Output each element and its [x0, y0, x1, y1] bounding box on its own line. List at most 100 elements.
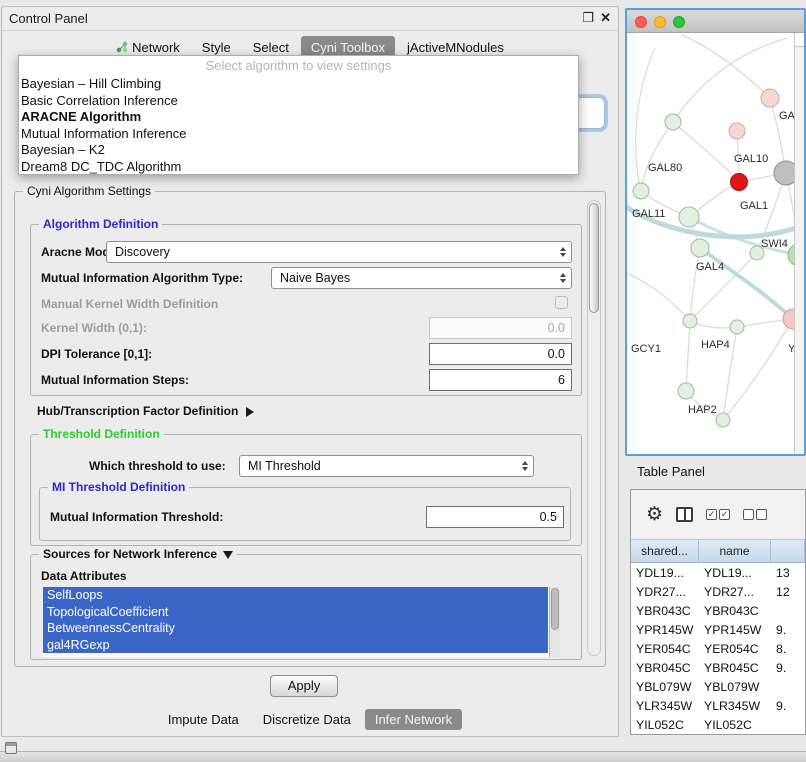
attribute-list-scrollbar[interactable] [549, 587, 560, 657]
table-row[interactable]: YBR043CYBR043C [631, 601, 805, 620]
node-label: GAL1 [740, 200, 768, 212]
mi-threshold-field[interactable] [426, 506, 564, 528]
status-bar [0, 751, 806, 762]
which-threshold-combobox[interactable]: MI Threshold [239, 455, 534, 477]
algorithm-option[interactable]: Basic Correlation Inference [19, 93, 578, 110]
table-row[interactable]: YER054CYER054C8. [631, 639, 805, 658]
control-panel-window: Control Panel ❐ ✕ Network Style Select C… [1, 6, 619, 737]
algorithm-option[interactable]: Bayesian – K2 [19, 142, 578, 159]
network-scrollbar[interactable] [794, 33, 804, 454]
attribute-item[interactable]: BetweennessCentrality [43, 620, 548, 637]
select-all-checkboxes-icon[interactable]: ✓ ✓ [706, 509, 730, 520]
network-node[interactable] [730, 320, 744, 334]
float-window-icon[interactable]: ❐ [582, 10, 594, 26]
sources-group-title[interactable]: Sources for Network Inference [39, 547, 237, 561]
cell: 12 [771, 585, 805, 599]
desktop: Control Panel ❐ ✕ Network Style Select C… [0, 0, 806, 762]
expand-right-icon [246, 407, 254, 417]
minimize-traffic-light-icon[interactable] [654, 16, 666, 28]
table-row[interactable]: YPR145WYPR145W9. [631, 620, 805, 639]
tab-select-label: Select [253, 40, 289, 55]
manual-kernel-checkbox [555, 296, 568, 309]
tab-discretize-data[interactable]: Discretize Data [253, 709, 361, 730]
dpi-tolerance-field[interactable] [429, 343, 572, 365]
table-row[interactable]: YIL052CYIL052C [631, 715, 805, 734]
attribute-list-scrollbar-thumb[interactable] [551, 588, 559, 630]
network-canvas-area: GAL80 GAL10 GAL11 GAL1 SWI4 GAL4 GCY1 HA… [627, 33, 804, 454]
network-node[interactable] [716, 413, 730, 427]
data-attributes-list: SelfLoops TopologicalCoefficient Between… [43, 587, 560, 657]
attribute-item[interactable]: SelfLoops [43, 587, 548, 604]
network-node[interactable] [774, 161, 794, 185]
tab-infer-network[interactable]: Infer Network [365, 709, 462, 730]
mi-type-combobox[interactable]: Naive Bayes [271, 267, 572, 289]
algorithm-dropdown-prompt: Select algorithm to view settings [19, 56, 578, 76]
manual-kernel-label: Manual Kernel Width Definition [41, 293, 218, 315]
which-threshold-value: MI Threshold [248, 459, 321, 473]
column-header-partial[interactable] [771, 540, 805, 562]
combobox-stepper-icon [522, 461, 528, 471]
network-node[interactable] [761, 89, 779, 107]
column-header-name[interactable]: name [699, 540, 771, 562]
network-canvas[interactable]: GAL80 GAL10 GAL11 GAL1 SWI4 GAL4 GCY1 HA… [627, 33, 794, 456]
cell: YPR145W [631, 623, 699, 637]
network-node[interactable] [679, 207, 699, 227]
apply-button[interactable]: Apply [270, 675, 338, 697]
network-node[interactable] [729, 123, 745, 139]
cell: 8. [771, 642, 805, 656]
unchecked-box-icon [743, 509, 754, 520]
network-node[interactable] [683, 314, 697, 328]
threshold-definition-group: Threshold Definition Which threshold to … [30, 434, 582, 546]
cell: 9. [771, 623, 805, 637]
mi-threshold-group: MI Threshold Definition Mutual Informati… [39, 487, 571, 541]
settings-scrollbar[interactable] [587, 200, 601, 656]
cyni-algorithm-settings-group: Cyni Algorithm Settings Algorithm Defini… [14, 191, 606, 667]
cell: YDR27... [631, 585, 699, 599]
aracne-mode-value: Discovery [115, 245, 170, 259]
kernel-width-field [429, 317, 572, 339]
algorithm-option[interactable]: Dream8 DC_TDC Algorithm [19, 159, 578, 176]
settings-scrollbar-thumb[interactable] [589, 203, 599, 313]
table-row[interactable]: YBR045CYBR045C9. [631, 658, 805, 677]
table-row[interactable]: YDR27...YDR27...12 [631, 582, 805, 601]
network-view-window: GAL80 GAL10 GAL11 GAL1 SWI4 GAL4 GCY1 HA… [625, 8, 806, 456]
data-attributes-label: Data Attributes [41, 565, 127, 587]
deselect-all-checkboxes-icon[interactable] [743, 509, 767, 520]
tab-impute-data[interactable]: Impute Data [158, 709, 249, 730]
table-header-row: shared... name [631, 540, 805, 563]
close-traffic-light-icon[interactable] [635, 16, 647, 28]
mi-type-value: Naive Bayes [280, 271, 350, 285]
attribute-item[interactable]: TopologicalCoefficient [43, 604, 548, 621]
attribute-item[interactable]: gal4RGexp [43, 637, 548, 654]
node-label: GAL11 [632, 208, 665, 220]
network-node[interactable] [633, 183, 649, 199]
sources-group: Sources for Network Inference Data Attri… [30, 554, 582, 660]
cell: YER054C [699, 642, 771, 656]
network-node[interactable] [691, 239, 709, 257]
algorithm-option-selected[interactable]: ARACNE Algorithm [19, 109, 578, 126]
cell: YDR27... [699, 585, 771, 599]
network-node[interactable] [731, 174, 748, 191]
aracne-mode-combobox[interactable]: Discovery [106, 241, 572, 263]
algorithm-option[interactable]: Mutual Information Inference [19, 126, 578, 143]
node-label: SWI4 [761, 238, 788, 250]
network-node[interactable] [678, 383, 694, 399]
algorithm-definition-title: Algorithm Definition [39, 217, 162, 231]
node-label: GAL10 [734, 153, 768, 165]
gear-icon[interactable]: ⚙ [646, 505, 663, 524]
table-row[interactable]: YDL19...YDL19...13 [631, 563, 805, 582]
hub-definition-expander[interactable]: Hub/Transcription Factor Definition [37, 400, 254, 418]
table-row[interactable]: YLR345WYLR345W9. [631, 696, 805, 715]
columns-icon[interactable] [676, 507, 693, 522]
algorithm-option[interactable]: Bayesian – Hill Climbing [19, 76, 578, 93]
table-row[interactable]: YBL079WYBL079W [631, 677, 805, 696]
column-header-shared-name[interactable]: shared... [631, 540, 699, 562]
docked-panel-icon[interactable] [5, 742, 17, 754]
network-node[interactable] [665, 114, 681, 130]
close-window-icon[interactable]: ✕ [600, 10, 611, 26]
zoom-traffic-light-icon[interactable] [673, 16, 685, 28]
network-scrollbar-arrow[interactable] [795, 33, 804, 47]
mi-steps-field[interactable] [429, 369, 572, 391]
tab-style-label: Style [202, 40, 231, 55]
checked-box-icon: ✓ [706, 509, 717, 520]
